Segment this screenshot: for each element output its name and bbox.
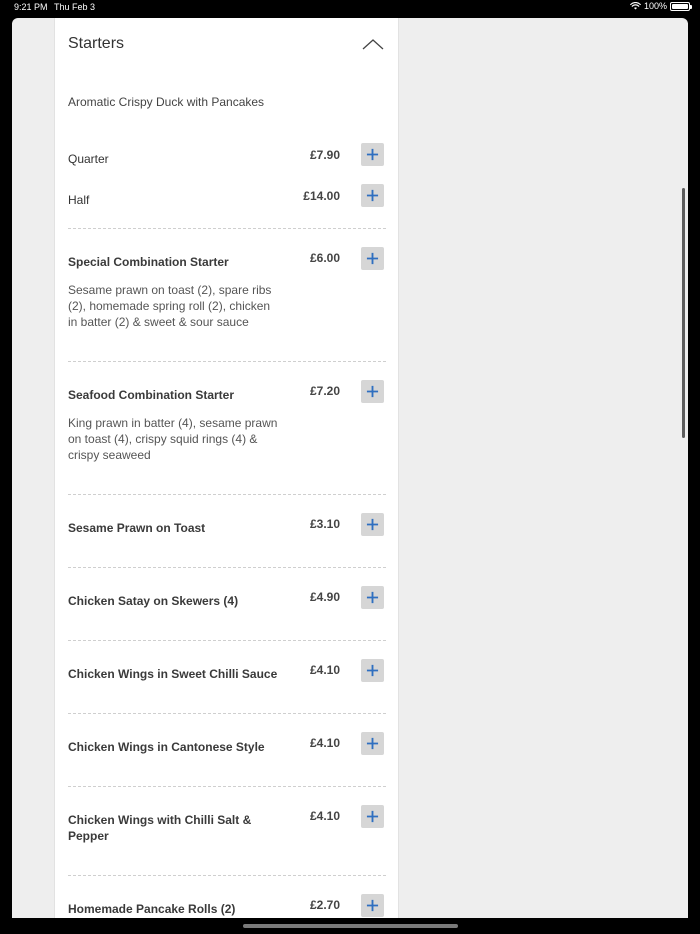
battery-icon [670,1,692,11]
item-price: £3.10 [309,517,340,531]
plus-icon [366,385,379,398]
home-indicator[interactable] [243,924,458,928]
item-description: King prawn in batter (4), sesame prawn o… [68,416,278,462]
item-price: £6.00 [309,251,340,265]
section-header[interactable]: Starters [55,18,398,74]
add-button[interactable] [361,732,384,755]
item-price: £4.10 [309,663,340,677]
status-date: Thu Feb 3 [54,2,96,12]
item-name: Chicken Satay on Skewers (4) [68,594,239,608]
item-name: Chicken Wings in Cantonese Style [68,740,265,754]
divider [68,640,386,641]
item-name: Sesame Prawn on Toast [68,521,206,535]
divider [68,713,386,714]
plus-icon [366,252,379,265]
plus-icon [366,189,379,202]
item-price: £4.10 [309,736,340,750]
item-name: Homemade Pancake Rolls (2) [68,902,236,916]
item-name: Special Combination Starter [68,255,229,269]
scrollbar[interactable] [682,188,685,438]
add-button[interactable] [361,247,384,270]
plus-icon [366,591,379,604]
wifi-icon [630,2,641,10]
status-time: 9:21 PM [14,2,48,12]
section-title: Starters [68,35,125,52]
option-price: £14.00 [303,189,340,203]
option-price: £7.90 [309,148,340,162]
divider [68,228,386,229]
divider [68,361,386,362]
divider [68,786,386,787]
add-button[interactable] [361,659,384,682]
item-price: £4.90 [309,590,340,604]
plus-icon [366,810,379,823]
add-button[interactable] [361,586,384,609]
divider [68,567,386,568]
plus-icon [366,737,379,750]
item-name: Chicken Wings in Sweet Chilli Sauce [68,667,278,681]
item-name: Chicken Wings with Chilli Salt & Pepper [68,813,252,843]
app-window: Starters Aromatic Crispy Duck with Panca… [12,18,688,918]
add-button[interactable] [361,513,384,536]
option-name: Half [68,193,90,207]
add-button[interactable] [361,805,384,828]
chevron-up-icon[interactable] [361,36,385,52]
plus-icon [366,664,379,677]
item-name: Seafood Combination Starter [68,388,235,402]
divider [68,875,386,876]
add-button[interactable] [361,380,384,403]
plus-icon [366,899,379,912]
status-bar: 9:21 PM Thu Feb 3 100% [0,0,700,14]
plus-icon [366,148,379,161]
item-price: £2.70 [309,898,340,912]
plus-icon [366,518,379,531]
item-description: Sesame prawn on toast (2), spare ribs (2… [68,283,272,329]
add-button[interactable] [361,184,384,207]
status-indicators: 100% [630,1,692,11]
divider [68,494,386,495]
item-price: £4.10 [309,809,340,823]
option-name: Quarter [68,152,109,166]
item-group-title: Aromatic Crispy Duck with Pancakes [68,95,265,109]
add-button[interactable] [361,894,384,917]
menu-panel: Starters Aromatic Crispy Duck with Panca… [54,18,399,918]
add-button[interactable] [361,143,384,166]
battery-percent: 100% [643,1,667,11]
item-price: £7.20 [309,384,340,398]
